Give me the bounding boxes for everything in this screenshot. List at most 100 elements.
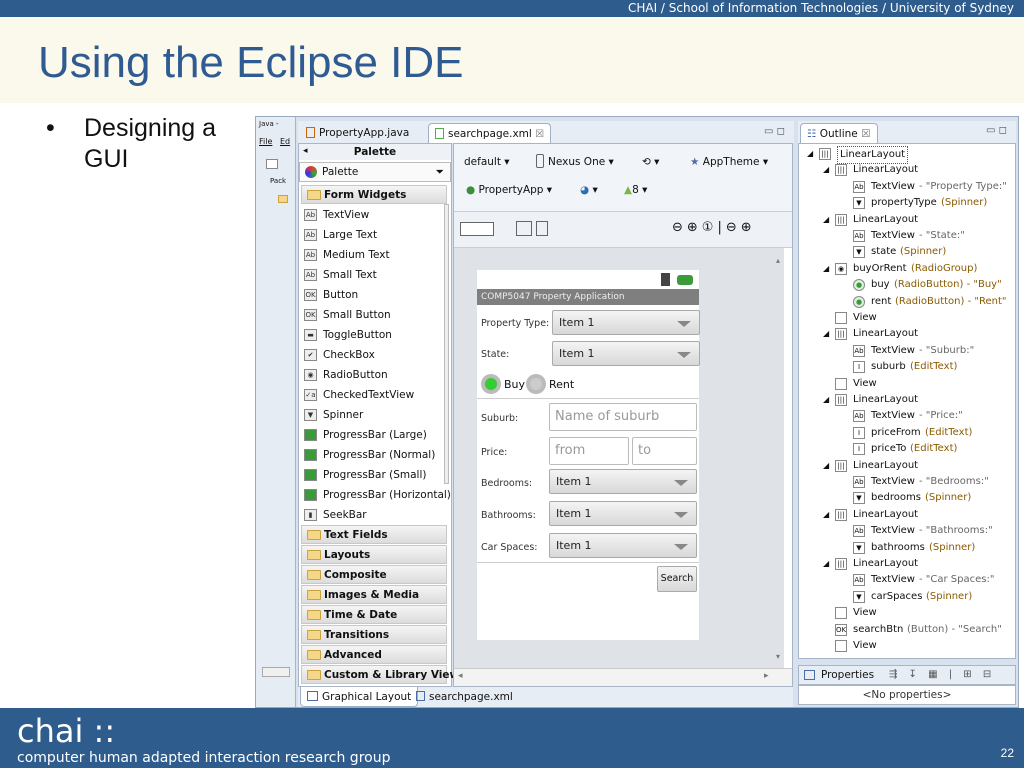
tab-xml-source[interactable]: searchpage.xml [410, 687, 519, 707]
outline-item[interactable]: View [799, 376, 1004, 392]
package-explorer-tab[interactable]: Pack [270, 177, 286, 185]
palette-category-form-widgets[interactable]: Form Widgets [301, 185, 447, 204]
theme-dropdown[interactable]: ★ AppTheme ▾ [690, 152, 768, 172]
new-icon[interactable] [266, 159, 278, 169]
palette-category[interactable]: Advanced [301, 645, 447, 664]
palette-item[interactable]: ▬ ProgressBar (Normal) [299, 445, 447, 465]
tree-expand-icon[interactable]: ◢ [823, 507, 829, 523]
outline-item[interactable]: ◢ ||| LinearLayout [799, 212, 1004, 228]
outline-item[interactable]: Ab TextView - "Price:" [799, 408, 1004, 424]
scrollbar[interactable] [262, 667, 290, 677]
outline-item[interactable]: Ab TextView - "Suburb:" [799, 343, 1004, 359]
tab-searchpage-xml[interactable]: searchpage.xml ☒ [428, 123, 552, 143]
outline-item[interactable]: ● buy (RadioButton) - "Buy" [799, 277, 1004, 293]
palette-category[interactable]: Images & Media [301, 585, 447, 604]
tree-expand-icon[interactable]: ◢ [823, 212, 829, 228]
close-icon[interactable]: ☒ [861, 128, 870, 140]
palette-item[interactable]: OK Button [299, 285, 447, 305]
scroll-left-icon[interactable]: ◂ [458, 671, 463, 681]
outline-item[interactable]: Isuburb (EditText) [799, 359, 1004, 375]
palette-item[interactable]: ◉ RadioButton [299, 365, 447, 385]
palette-item[interactable]: Ab Small Text [299, 265, 447, 285]
palette-category[interactable]: Text Fields [301, 525, 447, 544]
outline-item[interactable]: ▼ propertyType (Spinner) [799, 195, 1004, 211]
outline-item[interactable]: ◢ ◉ buyOrRent (RadioGroup) [799, 261, 1004, 277]
palette-item[interactable]: ▬ ProgressBar (Large) [299, 425, 447, 445]
horizontal-scrollbar[interactable]: ◂ ▸ [454, 668, 792, 686]
java-perspective-tab[interactable]: Java - [259, 120, 279, 128]
palette-item[interactable]: ▼ Spinner [299, 405, 447, 425]
tree-expand-icon[interactable]: ◢ [823, 458, 829, 474]
rent-radio-button[interactable] [526, 374, 546, 394]
tree-expand-icon[interactable]: ◢ [823, 261, 829, 277]
menu-edit[interactable]: Ed [280, 137, 290, 146]
api-level-dropdown[interactable]: ▲8 ▾ [624, 180, 647, 200]
scroll-up-icon[interactable]: ▴ [776, 256, 780, 265]
orientation-dropdown[interactable]: ⟲ ▾ [642, 152, 659, 172]
tab-propertyapp-java[interactable]: PropertyApp.java [300, 123, 415, 143]
palette-selector[interactable]: Palette ⏷ [299, 162, 451, 182]
outline-item[interactable]: ◢ ||| LinearLayout [799, 392, 1004, 408]
outline-item[interactable]: IpriceFrom (EditText) [799, 425, 1004, 441]
tab-graphical-layout[interactable]: Graphical Layout [300, 687, 419, 707]
outline-item[interactable]: ▼ state (Spinner) [799, 244, 1004, 260]
scroll-right-icon[interactable]: ▸ [764, 671, 769, 681]
buy-radio-button[interactable] [481, 374, 501, 394]
outline-item[interactable]: ◢ ||| LinearLayout [799, 507, 1004, 523]
outline-item[interactable]: ◢ ||| LinearLayout [799, 458, 1004, 474]
palette-category[interactable]: Time & Date [301, 605, 447, 624]
outline-item[interactable]: ◢ ||| LinearLayout [799, 162, 1004, 178]
bedrooms-spinner[interactable]: Item 1 [549, 469, 697, 494]
outline-item[interactable]: Ab TextView - "Car Spaces:" [799, 572, 1004, 588]
palette-item[interactable]: Ab Medium Text [299, 245, 447, 265]
config-dropdown[interactable]: default ▾ [464, 152, 510, 172]
palette-category[interactable]: Layouts [301, 545, 447, 564]
tree-expand-icon[interactable]: ◢ [807, 146, 813, 162]
palette-item[interactable]: ▬ ProgressBar (Small) [299, 465, 447, 485]
palette-item[interactable]: ✔ CheckBox [299, 345, 447, 365]
properties-toolbar-icons[interactable]: ⇶ ↧ ▦ | ⊞ ⊟ [889, 666, 995, 684]
outline-item[interactable]: ● rent (RadioButton) - "Rent" [799, 294, 1006, 310]
collapse-arrow-icon[interactable]: ◂ [303, 146, 308, 156]
fit-height-icon[interactable] [536, 221, 548, 236]
palette-category[interactable]: Custom & Library Views [301, 665, 465, 684]
palette-item[interactable]: ▬ ToggleButton [299, 325, 447, 345]
palette-item[interactable]: ✓a CheckedTextView [299, 385, 447, 405]
outline-item[interactable]: Ab TextView - "Bathrooms:" [799, 523, 1004, 539]
scroll-down-icon[interactable]: ▾ [776, 652, 780, 661]
outline-item[interactable]: ◢ ||| LinearLayout [799, 326, 1004, 342]
palette-item[interactable]: ▮ SeekBar [299, 505, 447, 525]
state-spinner[interactable]: Item 1 [552, 341, 700, 366]
palette-item[interactable]: ▬ ProgressBar (Horizontal) [299, 485, 451, 505]
palette-category[interactable]: Transitions [301, 625, 447, 644]
menu-file[interactable]: File [259, 137, 272, 146]
outline-item[interactable]: ▼ bathrooms (Spinner) [799, 540, 1004, 556]
layout-toggle-icon[interactable] [460, 222, 494, 236]
properties-tab[interactable]: Properties ⇶ ↧ ▦ | ⊞ ⊟ [798, 665, 1016, 685]
zoom-icons[interactable]: ⊖⊕①|⊖⊕ [672, 220, 756, 235]
outline-item[interactable]: ▼ bedrooms (Spinner) [799, 490, 1004, 506]
tree-expand-icon[interactable]: ◢ [823, 556, 829, 572]
tree-expand-icon[interactable]: ◢ [823, 326, 829, 342]
minimize-maximize-icon[interactable]: ▭ ◻ [986, 125, 1007, 136]
outline-item[interactable]: ◢ ||| LinearLayout [799, 146, 1004, 164]
suburb-input[interactable]: Name of suburb [549, 403, 697, 431]
outline-item[interactable]: Ab TextView - "Bedrooms:" [799, 474, 1004, 490]
close-icon[interactable]: ☒ [535, 129, 544, 140]
outline-item[interactable]: View [799, 638, 1004, 654]
outline-item[interactable]: Ab TextView - "Property Type:" [799, 179, 1007, 195]
tab-outline[interactable]: ☷ Outline ☒ [800, 123, 878, 143]
palette-scrollbar[interactable] [444, 204, 449, 484]
tree-expand-icon[interactable]: ◢ [823, 162, 829, 178]
bathrooms-spinner[interactable]: Item 1 [549, 501, 697, 526]
palette-item[interactable]: Ab TextView [299, 205, 447, 225]
outline-item[interactable]: ▼ carSpaces (Spinner) [799, 589, 1004, 605]
palette-category[interactable]: Composite [301, 565, 447, 584]
locale-dropdown[interactable]: ◕ ▾ [580, 180, 598, 200]
outline-item[interactable]: ◢ ||| LinearLayout [799, 556, 1004, 572]
minimize-maximize-icon[interactable]: ▭ ◻ [764, 126, 785, 137]
tree-expand-icon[interactable]: ◢ [823, 392, 829, 408]
outline-item[interactable]: View [799, 605, 1004, 621]
palette-item[interactable]: OK Small Button [299, 305, 447, 325]
property-type-spinner[interactable]: Item 1 [552, 310, 700, 335]
